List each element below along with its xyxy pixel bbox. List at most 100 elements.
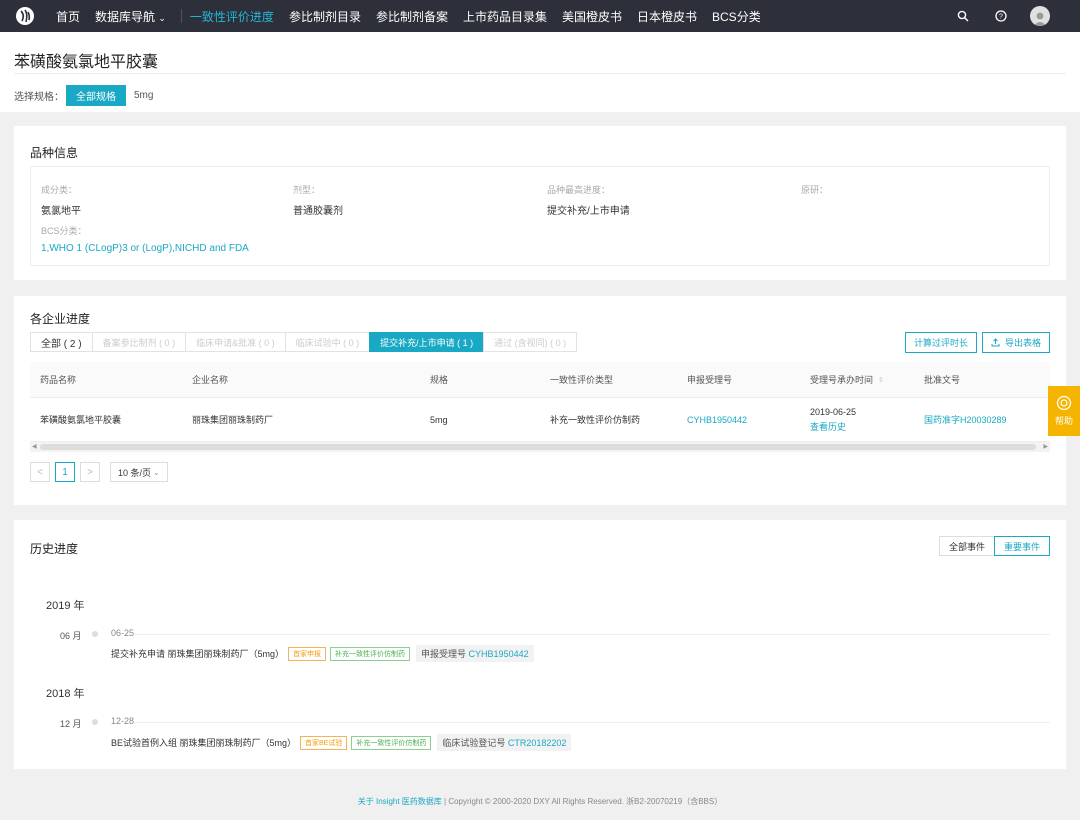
filter-important-events-button[interactable]: 重要事件 <box>993 536 1050 556</box>
calc-duration-button[interactable]: 计算过评时长 <box>905 332 977 353</box>
table-row: 苯磺酸氨氯地平胶囊 丽珠集团丽珠制药厂 5mg 补充一致性评价仿制药 CYHB1… <box>30 398 1050 442</box>
event-extra: 申报受理号 CYHB1950442 <box>416 645 534 662</box>
col-accept-date[interactable]: 受理号承办时间 ⇳ <box>810 362 884 397</box>
chevron-down-icon: ⌄ <box>158 12 166 23</box>
page-header: 苯磺酸氨氯地平胶囊 选择规格： 全部规格 5mg <box>0 32 1080 112</box>
cell-accept-no[interactable]: CYHB1950442 <box>687 398 747 441</box>
accept-no-link[interactable]: CYHB1950442 <box>687 415 747 425</box>
event-extra-label: 申报受理号 <box>421 649 467 659</box>
info-label: 剂型： <box>293 185 321 195</box>
event-tag: 补充一致性评价仿制药 <box>330 646 411 661</box>
info-bcs: BCS分类： 1,WHO 1 (CLogP)3 or (LogP),NICHD … <box>41 224 249 254</box>
export-label: 导出表格 <box>1004 338 1041 348</box>
page-size-select[interactable]: 10 条/页 ⌄ <box>110 462 168 482</box>
progress-tabs: 全部 ( 2 ) 备案参比制剂 ( 0 ) 临床申请&批准 ( 0 ) 临床试验… <box>30 332 578 352</box>
nav-database-label: 数据库导航 <box>95 9 156 24</box>
next-page-button[interactable]: > <box>80 462 100 482</box>
cell-drug: 苯磺酸氨氯地平胶囊 <box>40 415 122 425</box>
nav-us-orange-book[interactable]: 美国橙皮书 <box>562 8 622 25</box>
help-circle-icon[interactable]: ? <box>982 0 1020 32</box>
col-spec: 规格 <box>430 375 449 385</box>
cell-type: 补充一致性评价仿制药 <box>550 415 641 425</box>
scroll-thumb[interactable] <box>40 444 1036 450</box>
copyright-text: | Copyright © 2000-2020 DXY All Rights R… <box>441 797 723 806</box>
prev-page-button[interactable]: < <box>30 462 50 482</box>
chevron-down-icon: ⌄ <box>153 467 160 477</box>
info-highest-progress: 品种最高进度： 提交补充/上市申请 <box>547 183 630 217</box>
filter-all-events-button[interactable]: 全部事件 <box>938 536 995 556</box>
nav-reference-catalog[interactable]: 参比制剂目录 <box>289 8 361 25</box>
timeline-month: 12 月 <box>60 719 82 729</box>
help-button[interactable]: 帮助 <box>1048 386 1080 436</box>
tab-clinical-application[interactable]: 临床申请&批准 ( 0 ) <box>185 332 286 352</box>
spec-option-5mg[interactable]: 5mg <box>134 90 153 101</box>
col-approval-no: 批准文号 <box>924 375 961 385</box>
footer: 关于 Insight 医药数据库 | Copyright © 2000-2020… <box>0 796 1080 807</box>
tab-reference-filing[interactable]: 备案参比制剂 ( 0 ) <box>91 332 187 352</box>
help-label: 帮助 <box>1054 416 1073 426</box>
nav-consistency[interactable]: 一致性评价进度 <box>190 8 274 25</box>
logo-icon[interactable] <box>14 5 36 27</box>
table-scrollbar[interactable]: ◀ ▶ <box>30 442 1050 452</box>
timeline-date: 06-25 <box>111 628 135 638</box>
search-icon[interactable] <box>944 0 982 32</box>
page-size-label: 10 条/页 <box>118 467 152 478</box>
view-history-link[interactable]: 查看历史 <box>810 420 846 433</box>
event-extra-label: 临床试验登记号 <box>442 738 506 748</box>
timeline-year: 2019 年 <box>46 600 85 612</box>
tab-supplement-application[interactable]: 提交补充/上市申请 ( 1 ) <box>369 332 485 352</box>
pagination: < 1 > 10 条/页 ⌄ <box>30 462 168 482</box>
scroll-right-arrow-icon[interactable]: ▶ <box>1043 442 1048 452</box>
variety-info-box: 成分类： 氨氯地平 剂型： 普通胶囊剂 品种最高进度： 提交补充/上市申请 原研… <box>30 166 1050 266</box>
sort-icon[interactable]: ⇳ <box>878 376 884 384</box>
bcs-link[interactable]: 1,WHO 1 (CLogP)3 or (LogP),NICHD and FDA <box>41 243 249 254</box>
nav-bcs[interactable]: BCS分类 <box>712 8 761 25</box>
info-label: BCS分类： <box>41 226 87 236</box>
export-table-button[interactable]: 导出表格 <box>982 332 1050 353</box>
tab-all[interactable]: 全部 ( 2 ) <box>30 332 93 352</box>
event-text: 提交补充申请 丽珠集团丽珠制药厂（5mg） <box>111 649 285 659</box>
info-label: 成分类： <box>41 185 78 195</box>
history-card: 历史进度 全部事件 重要事件 2019 年 06 月 06-25 提交补充申请 … <box>14 520 1066 769</box>
timeline-event: BE试验首例入组 丽珠集团丽珠制药厂（5mg） 首家BE试验 补充一致性评价仿制… <box>111 734 572 751</box>
top-nav: 首页 数据库导航 ⌄ 一致性评价进度 参比制剂目录 参比制剂备案 上市药品目录集… <box>0 0 1080 32</box>
timeline-date: 12-28 <box>111 716 135 726</box>
timeline-divider <box>134 634 1050 635</box>
event-extra: 临床试验登记号 CTR20182202 <box>437 734 572 751</box>
info-originator: 原研： <box>801 183 828 202</box>
col-drug-name: 药品名称 <box>40 375 77 385</box>
page-title: 苯磺酸氨氯地平胶囊 <box>14 54 159 71</box>
spec-all-button[interactable]: 全部规格 <box>66 85 126 106</box>
approval-no-link[interactable]: 国药准字H20030289 <box>924 413 1007 426</box>
about-link[interactable]: 关于 Insight 医药数据库 <box>358 797 442 806</box>
timeline-dot <box>92 719 98 725</box>
event-extra-link[interactable]: CTR20182202 <box>508 738 567 748</box>
event-tag: 首家BE试验 <box>300 735 348 750</box>
cell-approval-no: 国药准字H20030289 <box>924 398 1007 441</box>
nav-jp-orange-book[interactable]: 日本橙皮书 <box>637 8 697 25</box>
info-value: 氨氯地平 <box>41 206 81 217</box>
table-header: 药品名称 企业名称 规格 一致性评价类型 申报受理号 受理号承办时间 ⇳ 批准文号 <box>30 362 1050 398</box>
cell-company: 丽珠集团丽珠制药厂 <box>192 415 274 425</box>
nav-listed-drugs[interactable]: 上市药品目录集 <box>463 8 547 25</box>
tab-passed[interactable]: 通过 (含视同) ( 0 ) <box>483 332 578 352</box>
timeline-dot <box>92 631 98 637</box>
info-value: 提交补充/上市申请 <box>547 206 630 217</box>
history-filter: 全部事件 重要事件 <box>938 536 1050 556</box>
svg-text:?: ? <box>999 14 1003 21</box>
event-tag: 首家申报 <box>288 646 327 661</box>
nav-database[interactable]: 数据库导航 ⌄ <box>95 8 166 25</box>
nav-divider <box>180 9 182 23</box>
avatar[interactable] <box>1030 6 1050 26</box>
variety-info-title: 品种信息 <box>30 146 79 160</box>
nav-home[interactable]: 首页 <box>56 8 80 25</box>
page-1-button[interactable]: 1 <box>55 462 75 482</box>
cell-spec: 5mg <box>430 414 448 425</box>
tab-clinical-trial[interactable]: 临床试验中 ( 0 ) <box>284 332 371 352</box>
header-divider <box>14 73 1066 74</box>
spec-label: 选择规格： <box>14 92 64 103</box>
event-extra-link[interactable]: CYHB1950442 <box>469 649 529 659</box>
scroll-left-arrow-icon[interactable]: ◀ <box>32 442 37 452</box>
nav-reference-filing[interactable]: 参比制剂备案 <box>376 8 448 25</box>
info-label: 品种最高进度： <box>547 185 611 195</box>
